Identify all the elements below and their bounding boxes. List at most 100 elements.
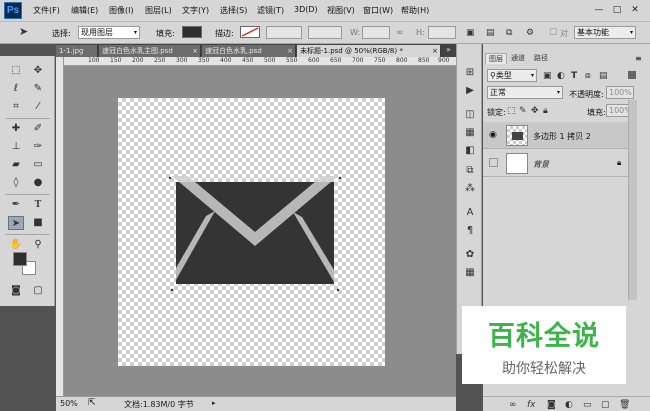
tool-presets-icon[interactable]: ▦ <box>462 266 478 280</box>
new-layer-icon[interactable]: ▢ <box>601 400 610 410</box>
menu-image[interactable]: 图像(I) <box>109 5 134 16</box>
export-icon[interactable]: ⇱ <box>88 398 96 408</box>
workspace-dropdown[interactable]: 基本功能 ▾ <box>574 26 636 39</box>
menu-3d[interactable]: 3D(D) <box>294 5 318 14</box>
history-brush-icon[interactable]: ✑ <box>30 140 46 154</box>
link-icon[interactable]: ∞ <box>396 28 404 38</box>
eraser-icon[interactable]: ▰ <box>8 158 24 172</box>
crop-tool-icon[interactable]: ⌗ <box>8 100 24 114</box>
minimize-icon[interactable]: — <box>592 4 606 16</box>
width-field[interactable] <box>362 26 390 39</box>
path-selection-tool-icon[interactable]: ➤ <box>8 216 24 230</box>
dodge-tool-icon[interactable]: ● <box>30 176 46 190</box>
zoom-tool-icon[interactable]: ⚲ <box>30 238 46 252</box>
visibility-toggle[interactable] <box>489 158 498 167</box>
add-mask-icon[interactable]: ◙ <box>547 400 556 410</box>
close-icon[interactable]: ✕ <box>628 4 642 16</box>
restore-icon[interactable]: □ <box>610 4 624 16</box>
layer-row[interactable]: 背景 🔒︎ <box>483 150 628 177</box>
layers-scrollbar[interactable] <box>628 100 637 300</box>
path-align-icon[interactable]: ▤ <box>486 28 495 38</box>
adjustment-filter-icon[interactable]: ◐ <box>557 71 565 81</box>
clone-source-icon[interactable]: ⧉ <box>462 164 478 178</box>
menu-view[interactable]: 视图(V) <box>327 5 355 16</box>
menu-filter[interactable]: 滤镜(T) <box>257 5 284 16</box>
paragraph-icon[interactable]: ¶ <box>462 224 478 238</box>
history-icon[interactable]: ⊞ <box>462 66 478 80</box>
fill-swatch[interactable] <box>182 26 202 38</box>
panel-menu-icon[interactable]: ≡ <box>635 54 642 63</box>
tab-layers[interactable]: 图层 <box>485 53 507 64</box>
brush-tool-icon[interactable]: ✐ <box>30 122 46 136</box>
envelope-shape[interactable] <box>118 98 385 366</box>
filter-kind-dropdown[interactable]: ⚲类型 ▾ <box>487 69 537 82</box>
document-canvas[interactable] <box>118 98 385 366</box>
menu-layer[interactable]: 图层(L) <box>145 5 172 16</box>
opacity-field[interactable]: 100% <box>606 86 634 99</box>
path-ops-icon[interactable]: ▣ <box>466 28 475 38</box>
healing-brush-icon[interactable]: ✚ <box>8 122 24 136</box>
settings-icon[interactable]: ⚙ <box>526 28 534 38</box>
align-edges-checkbox[interactable]: ☐ <box>549 28 557 38</box>
pixel-filter-icon[interactable]: ▣ <box>543 71 552 81</box>
shape-tool-icon[interactable]: ■ <box>30 216 46 230</box>
gradient-tool-icon[interactable]: ▭ <box>30 158 46 172</box>
lock-pixels-icon[interactable]: ✎ <box>519 106 527 116</box>
tab-paths[interactable]: 路径 <box>531 53 551 64</box>
eyedropper-icon[interactable]: ⁄ <box>30 100 46 114</box>
properties-icon[interactable]: ▦ <box>462 126 478 140</box>
group-icon[interactable]: ▭ <box>583 400 592 410</box>
blur-tool-icon[interactable]: ◊ <box>8 176 24 190</box>
menu-type[interactable]: 文字(Y) <box>182 5 209 16</box>
stroke-width-field[interactable] <box>266 26 302 39</box>
actions-play-icon[interactable]: ▶ <box>462 84 478 98</box>
menu-file[interactable]: 文件(F) <box>33 5 60 16</box>
stroke-type-dropdown[interactable] <box>308 26 342 39</box>
character-icon[interactable]: A <box>462 206 478 220</box>
path-select-tool-icon[interactable]: ➤ <box>19 26 28 37</box>
close-icon[interactable]: × <box>192 45 198 57</box>
tab-channels[interactable]: 通道 <box>508 53 528 64</box>
close-icon[interactable]: × <box>432 45 438 57</box>
move-tool-icon[interactable]: ✥ <box>30 64 46 78</box>
clone-stamp-icon[interactable]: ⊥ <box>8 140 24 154</box>
tab-untitled-psd[interactable]: 未标题-1.psd @ 50%(RGB/8) * × <box>297 45 441 57</box>
smart-object-filter-icon[interactable]: ▤ <box>599 71 608 81</box>
adjustments-icon[interactable]: ◫ <box>462 108 478 122</box>
fx-icon[interactable]: fx <box>527 400 536 410</box>
swatches-icon[interactable]: ✿ <box>462 248 478 262</box>
zoom-level[interactable]: 50% <box>60 399 78 408</box>
menu-window[interactable]: 窗口(W) <box>363 5 393 16</box>
link-layers-icon[interactable]: ∞ <box>509 400 517 410</box>
layer-row[interactable]: ◉ 多边形 1 拷贝 2 <box>483 122 628 149</box>
menu-edit[interactable]: 编辑(E) <box>71 5 98 16</box>
type-filter-icon[interactable]: T <box>571 71 577 81</box>
type-tool-icon[interactable]: T <box>30 198 46 212</box>
lasso-tool-icon[interactable]: ℓ <box>8 82 24 96</box>
filter-toggle[interactable] <box>628 71 636 79</box>
shape-filter-icon[interactable]: ⧈ <box>585 71 591 81</box>
lock-position-icon[interactable]: ✥ <box>531 106 539 116</box>
status-menu-icon[interactable]: ▸ <box>212 399 216 407</box>
foreground-color-swatch[interactable] <box>13 252 27 266</box>
marquee-tool-icon[interactable]: ⬚ <box>8 64 24 78</box>
tab-lotion-psd[interactable]: 速冠白色水乳.psd × <box>202 45 296 57</box>
height-field[interactable] <box>428 26 456 39</box>
tab-main-image-psd[interactable]: 速冠白色水乳主图.psd × <box>99 45 201 57</box>
select-dropdown[interactable]: 现用图层 ▾ <box>78 26 140 39</box>
eye-icon[interactable]: ◉ <box>489 130 497 140</box>
pen-tool-icon[interactable]: ✒ <box>8 198 24 212</box>
stroke-swatch[interactable] <box>240 26 260 38</box>
trash-icon[interactable]: 🗑︎ <box>619 400 630 410</box>
quick-mask-icon[interactable]: ◙ <box>8 284 24 298</box>
layer-name[interactable]: 多边形 1 拷贝 2 <box>533 131 591 142</box>
tab-overflow-icon[interactable]: » <box>446 45 451 54</box>
screen-mode-icon[interactable]: ▢ <box>30 284 46 298</box>
adjustment-layer-icon[interactable]: ◐ <box>565 400 573 410</box>
lock-transparent-icon[interactable]: ⬚ <box>507 106 516 116</box>
quick-select-icon[interactable]: ✎ <box>30 82 46 96</box>
path-arrange-icon[interactable]: ⧉ <box>506 28 512 38</box>
blend-mode-dropdown[interactable]: 正常 ▾ <box>487 86 563 99</box>
menu-help[interactable]: 帮助(H) <box>401 5 429 16</box>
tab-1-1-jpg[interactable]: 1-1.jpg <box>56 45 98 57</box>
